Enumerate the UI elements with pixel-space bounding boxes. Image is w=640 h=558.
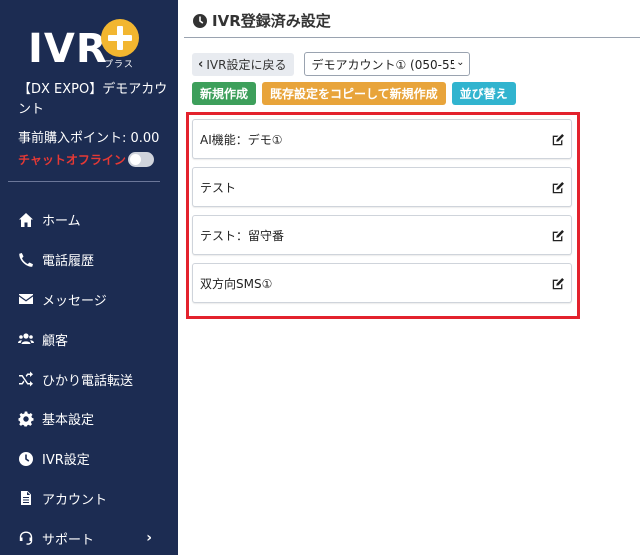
ivr-list-item[interactable]: 双方向SMS① [192, 263, 572, 303]
sidebar-item-label: アカウント [42, 492, 108, 508]
account-select-value: デモアカウント① (050-55 [311, 57, 458, 72]
sidebar-item-call-history[interactable]: 電話履歴 [0, 240, 178, 280]
sidebar-nav: ホーム 電話履歴 メッセージ 顧客 ひかり電話転送 基本設定 IVR設定 アカウ… [0, 200, 178, 558]
page-title-row: IVR登録済み設定 [192, 10, 331, 31]
headset-icon [17, 529, 35, 547]
header-divider [184, 37, 640, 38]
sidebar-item-messages[interactable]: メッセージ [0, 280, 178, 320]
ivr-list-item[interactable]: AI機能：デモ① [192, 119, 572, 159]
account-name: 【DX EXPO】デモアカウント [18, 82, 168, 117]
page-title: IVR登録済み設定 [212, 12, 331, 30]
document-icon [17, 489, 35, 507]
sidebar-item-hikari-forwarding[interactable]: ひかり電話転送 [0, 359, 178, 399]
chevron-down-icon: ⌄ [454, 57, 465, 68]
envelope-icon [17, 290, 35, 308]
logo-subtitle: プラス [104, 60, 134, 70]
sidebar-item-label: IVR設定 [42, 453, 90, 469]
chat-status: チャットオフライン [18, 153, 126, 167]
home-icon [17, 211, 35, 229]
main-content: IVR登録済み設定 ‹ IVR設定に戻る デモアカウント① (050-55 ⌄ … [178, 0, 640, 555]
sidebar-item-support[interactable]: サポート › [0, 518, 178, 558]
sidebar-item-label: 顧客 [42, 333, 69, 349]
logo-text: IVR [28, 26, 108, 72]
ivr-item-label: テスト [200, 180, 237, 195]
navigation-row: ‹ IVR設定に戻る デモアカウント① (050-55 ⌄ [192, 52, 471, 76]
points-balance: 事前購入ポイント: 0.00 [18, 131, 160, 146]
sidebar-item-label: 電話履歴 [42, 254, 95, 270]
sidebar-item-ivr-settings[interactable]: IVR設定 [0, 439, 178, 479]
edit-icon[interactable] [551, 181, 565, 195]
sidebar-item-label: メッセージ [42, 293, 107, 309]
ivr-item-label: テスト：留守番 [200, 228, 285, 243]
sidebar-item-label: ひかり電話転送 [42, 373, 134, 389]
chevron-left-icon: ‹ [198, 56, 204, 72]
ivr-list-item[interactable]: テスト：留守番 [192, 215, 572, 255]
edit-icon[interactable] [551, 229, 565, 243]
gear-icon [17, 410, 35, 428]
ivr-list: AI機能：デモ① テスト テスト：留守番 双方向SMS① [186, 112, 580, 319]
sidebar-item-basic-settings[interactable]: 基本設定 [0, 399, 178, 439]
phone-icon [17, 251, 35, 269]
users-icon [17, 330, 35, 348]
chevron-right-icon: › [146, 530, 152, 547]
sidebar-item-home[interactable]: ホーム [0, 200, 178, 240]
sidebar: IVR プラス 【DX EXPO】デモアカウント 事前購入ポイント: 0.00 … [0, 0, 178, 555]
ivr-list-item[interactable]: テスト [192, 167, 572, 207]
shuffle-icon [17, 370, 35, 388]
copy-new-button[interactable]: 既存設定をコピーして新規作成 [262, 82, 446, 105]
sidebar-item-label: サポート [42, 532, 95, 548]
back-button-label: IVR設定に戻る [206, 57, 287, 72]
plus-icon [101, 19, 139, 57]
sidebar-divider [8, 181, 160, 182]
chat-toggle[interactable] [127, 152, 154, 167]
sidebar-item-customers[interactable]: 顧客 [0, 319, 178, 359]
back-to-ivr-settings-button[interactable]: ‹ IVR設定に戻る [192, 52, 295, 76]
chat-status-row: チャットオフライン [18, 151, 154, 168]
sidebar-item-account[interactable]: アカウント [0, 479, 178, 519]
ivr-item-label: 双方向SMS① [200, 276, 273, 291]
action-buttons-row: 新規作成 既存設定をコピーして新規作成 並び替え [192, 82, 522, 105]
new-button[interactable]: 新規作成 [192, 82, 257, 105]
sidebar-item-label: 基本設定 [42, 413, 95, 429]
clock-icon [193, 13, 207, 28]
ivr-item-label: AI機能：デモ① [200, 132, 283, 147]
app-logo[interactable]: IVR プラス [28, 18, 148, 72]
edit-icon[interactable] [551, 277, 565, 291]
sort-button[interactable]: 並び替え [451, 82, 516, 105]
account-select[interactable]: デモアカウント① (050-55 ⌄ [304, 52, 471, 76]
sidebar-item-label: ホーム [42, 214, 81, 230]
edit-icon[interactable] [551, 133, 565, 147]
clock-icon [17, 450, 35, 468]
